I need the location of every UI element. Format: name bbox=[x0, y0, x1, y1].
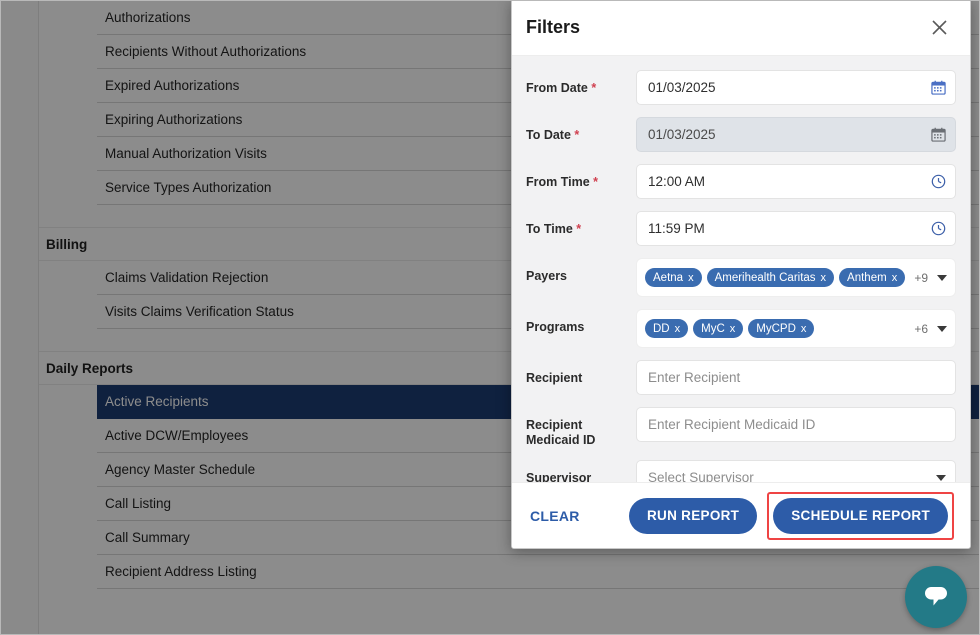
chevron-down-icon[interactable] bbox=[936, 460, 946, 482]
chip[interactable]: Aetna x bbox=[645, 268, 702, 287]
from-time-input[interactable]: 12:00 AM bbox=[636, 164, 956, 199]
field-control-payers: Aetna x Amerihealth Caritas x Anthem x +… bbox=[636, 258, 956, 297]
field-label-recipient-medicaid-id: Recipient Medicaid ID bbox=[526, 407, 636, 448]
caret-shape bbox=[936, 475, 946, 481]
field-control-to-time: 11:59 PM bbox=[636, 211, 956, 246]
field-row-from-date: From Date * 01/03/2025 bbox=[526, 70, 956, 105]
chip-remove-icon[interactable]: x bbox=[892, 272, 898, 284]
chip-remove-icon[interactable]: x bbox=[730, 323, 736, 335]
to-date-input[interactable]: 01/03/2025 bbox=[636, 117, 956, 152]
chip-remove-icon[interactable]: x bbox=[688, 272, 694, 284]
chip-label: DD bbox=[653, 323, 670, 335]
chip-label: MyCPD bbox=[756, 323, 796, 335]
label-text: To Time bbox=[526, 222, 573, 236]
programs-multiselect[interactable]: DD x MyC x MyCPD x +6 bbox=[636, 309, 956, 348]
calendar-icon[interactable] bbox=[931, 70, 946, 105]
label-text-line1: Recipient bbox=[526, 418, 582, 432]
field-label-from-date: From Date * bbox=[526, 70, 636, 96]
chip[interactable]: Amerihealth Caritas x bbox=[707, 268, 834, 287]
label-text-line2: Medicaid ID bbox=[526, 433, 595, 447]
field-label-to-date: To Date * bbox=[526, 117, 636, 143]
close-icon[interactable] bbox=[926, 15, 952, 41]
clock-icon[interactable] bbox=[931, 211, 946, 246]
chip-remove-icon[interactable]: x bbox=[821, 272, 827, 284]
required-marker: * bbox=[593, 175, 598, 189]
label-text: To Date bbox=[526, 128, 571, 142]
chip[interactable]: MyC x bbox=[693, 319, 743, 338]
field-row-programs: Programs DD x MyC x MyCPD x bbox=[526, 309, 956, 348]
dialog-header: Filters bbox=[512, 0, 970, 56]
label-text: From Time bbox=[526, 175, 590, 189]
field-row-to-time: To Time * 11:59 PM bbox=[526, 211, 956, 246]
chip-label: Amerihealth Caritas bbox=[715, 272, 816, 284]
field-row-recipient: Recipient Enter Recipient bbox=[526, 360, 956, 395]
field-row-to-date: To Date * 01/03/2025 bbox=[526, 117, 956, 152]
programs-overflow-count: +6 bbox=[914, 322, 932, 336]
chip-remove-icon[interactable]: x bbox=[801, 323, 807, 335]
schedule-report-button[interactable]: SCHEDULE REPORT bbox=[773, 498, 948, 534]
dialog-body: From Date * 01/03/2025 bbox=[512, 56, 970, 482]
chat-bubble-icon[interactable] bbox=[905, 566, 967, 628]
field-label-recipient: Recipient bbox=[526, 360, 636, 386]
chip-remove-icon[interactable]: x bbox=[675, 323, 681, 335]
label-text: From Date bbox=[526, 81, 588, 95]
from-date-input[interactable]: 01/03/2025 bbox=[636, 70, 956, 105]
chevron-down-icon[interactable] bbox=[937, 326, 947, 332]
chip-label: Aetna bbox=[653, 272, 683, 284]
schedule-report-highlight: SCHEDULE REPORT bbox=[767, 492, 954, 540]
field-control-from-date: 01/03/2025 bbox=[636, 70, 956, 105]
field-row-from-time: From Time * 12:00 AM bbox=[526, 164, 956, 199]
recipient-input[interactable]: Enter Recipient bbox=[636, 360, 956, 395]
dialog-title: Filters bbox=[526, 17, 926, 38]
clear-button[interactable]: CLEAR bbox=[530, 508, 580, 524]
field-label-to-time: To Time * bbox=[526, 211, 636, 237]
field-control-to-date: 01/03/2025 bbox=[636, 117, 956, 152]
chip[interactable]: MyCPD x bbox=[748, 319, 814, 338]
chip-label: MyC bbox=[701, 323, 725, 335]
field-row-recipient-medicaid-id: Recipient Medicaid ID Enter Recipient Me… bbox=[526, 407, 956, 448]
filters-dialog: Filters From Date * 01/03/2025 bbox=[511, 0, 971, 549]
field-control-programs: DD x MyC x MyCPD x +6 bbox=[636, 309, 956, 348]
screen-root: Authorizations Recipients Without Author… bbox=[0, 0, 980, 635]
supervisor-select[interactable]: Select Supervisor bbox=[636, 460, 956, 482]
dialog-footer: CLEAR RUN REPORT SCHEDULE REPORT bbox=[512, 482, 970, 548]
chip[interactable]: DD x bbox=[645, 319, 688, 338]
chip-label: Anthem bbox=[847, 272, 887, 284]
payers-overflow-count: +9 bbox=[914, 271, 932, 285]
field-label-payers: Payers bbox=[526, 258, 636, 284]
payers-multiselect[interactable]: Aetna x Amerihealth Caritas x Anthem x +… bbox=[636, 258, 956, 297]
field-label-programs: Programs bbox=[526, 309, 636, 335]
chip[interactable]: Anthem x bbox=[839, 268, 905, 287]
run-report-button[interactable]: RUN REPORT bbox=[629, 498, 757, 534]
field-control-recipient: Enter Recipient bbox=[636, 360, 956, 395]
recipient-medicaid-id-input[interactable]: Enter Recipient Medicaid ID bbox=[636, 407, 956, 442]
chevron-down-icon[interactable] bbox=[937, 275, 947, 281]
field-control-recipient-medicaid-id: Enter Recipient Medicaid ID bbox=[636, 407, 956, 442]
field-control-from-time: 12:00 AM bbox=[636, 164, 956, 199]
field-row-supervisor: Supervisor Select Supervisor bbox=[526, 460, 956, 482]
field-control-supervisor: Select Supervisor bbox=[636, 460, 956, 482]
field-row-payers: Payers Aetna x Amerihealth Caritas x Ant… bbox=[526, 258, 956, 297]
to-time-input[interactable]: 11:59 PM bbox=[636, 211, 956, 246]
required-marker: * bbox=[591, 81, 596, 95]
required-marker: * bbox=[574, 128, 579, 142]
field-label-from-time: From Time * bbox=[526, 164, 636, 190]
clock-icon[interactable] bbox=[931, 164, 946, 199]
required-marker: * bbox=[576, 222, 581, 236]
field-label-supervisor: Supervisor bbox=[526, 460, 636, 482]
